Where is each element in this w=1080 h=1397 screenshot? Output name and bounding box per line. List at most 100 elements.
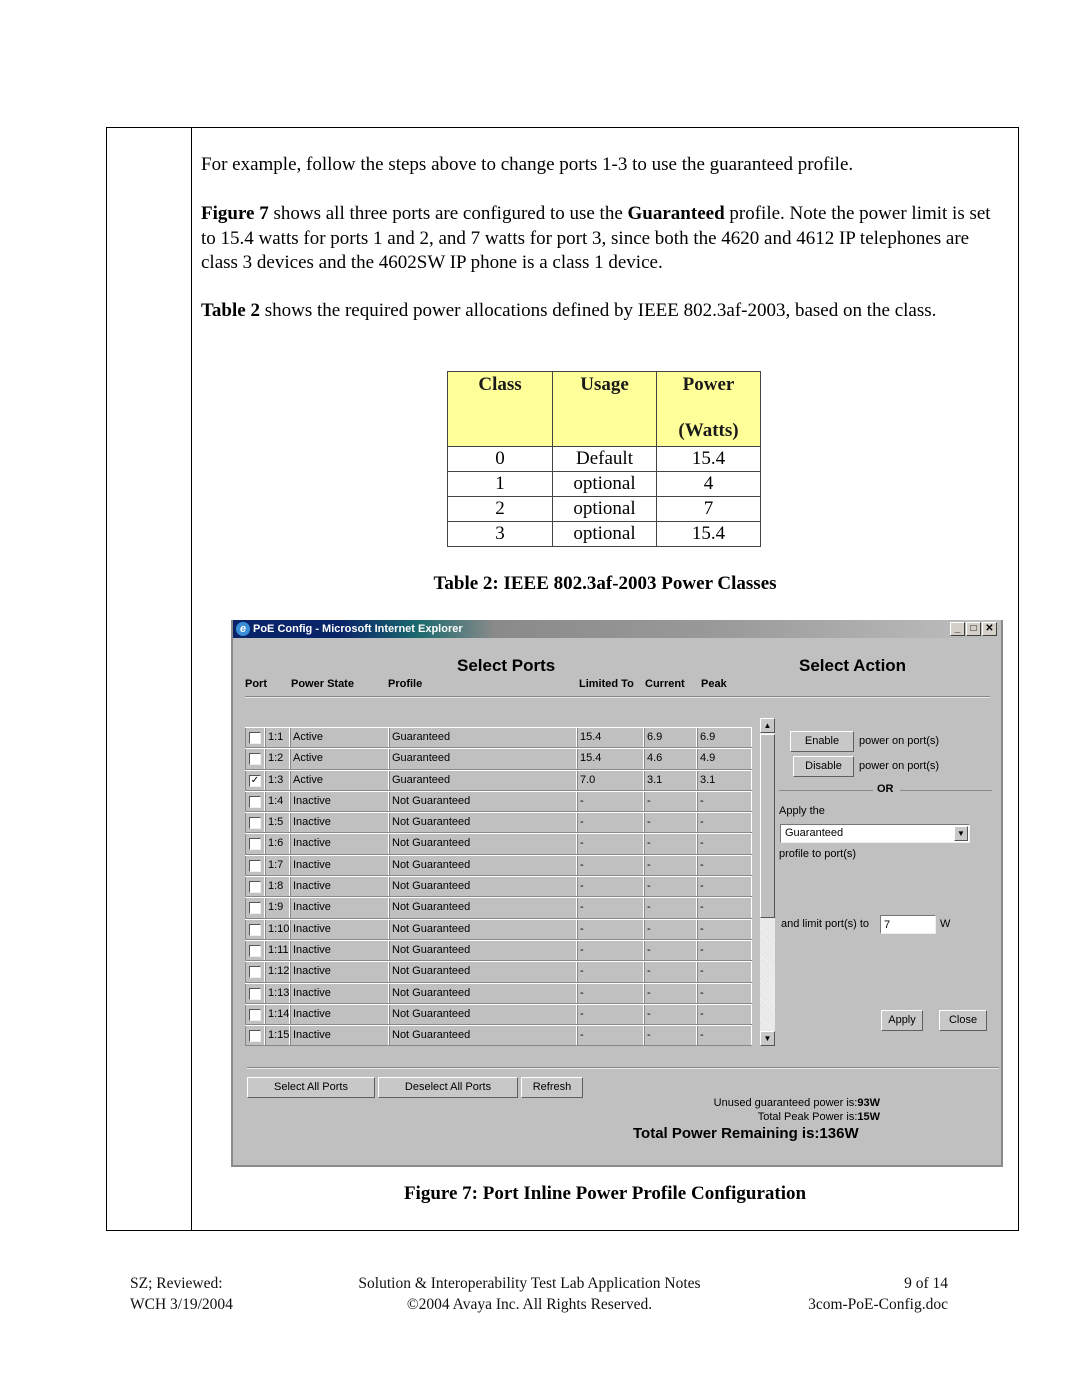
port-list-scrollbar[interactable]: ▲ ▼ (760, 718, 775, 1046)
port-row[interactable]: 1:9 Inactive Not Guaranteed - - - (245, 897, 752, 919)
header-power: Power (Watts) (656, 371, 761, 447)
port-checkbox-cell (245, 983, 265, 1003)
port-profile-cell: Not Guaranteed (389, 919, 577, 939)
port-port-cell: 1:5 (265, 813, 290, 833)
port-state-cell: Inactive (290, 813, 389, 833)
port-checkbox-cell (245, 791, 265, 812)
port-current-cell: - (644, 855, 697, 876)
power-class-table: Class Usage Power (Watts) 0 Default 15.4 1 op… (447, 371, 761, 547)
checkbox-icon[interactable] (249, 838, 261, 851)
checkbox-icon[interactable] (249, 732, 261, 744)
port-current-cell: 3.1 (644, 770, 697, 790)
minimize-button[interactable]: _ (950, 622, 965, 636)
port-limit-cell: - (577, 962, 644, 982)
checkbox-checked-icon[interactable]: ✓ (249, 774, 261, 787)
port-limit-cell: - (577, 898, 644, 918)
apply-the-label: Apply the (779, 805, 825, 817)
deselect-all-ports-button[interactable]: Deselect All Ports (378, 1077, 518, 1098)
port-row[interactable]: 1:12 Inactive Not Guaranteed - - - (245, 961, 752, 983)
port-state-cell: Active (290, 749, 389, 769)
port-state-cell: Active (290, 770, 389, 790)
port-state-cell: Active (290, 728, 389, 748)
port-limit-cell: - (577, 877, 644, 897)
checkbox-icon[interactable] (249, 795, 261, 808)
port-row[interactable]: 1:10 Inactive Not Guaranteed - - - (245, 918, 752, 940)
checkbox-icon[interactable] (249, 944, 261, 957)
port-row[interactable]: 1:4 Inactive Not Guaranteed - - - (245, 790, 752, 813)
window-titlebar[interactable]: e PoE Config - Microsoft Internet Explor… (233, 620, 1001, 638)
limit-label: and limit port(s) to (781, 918, 870, 930)
cell-power: 15.4 (656, 446, 761, 472)
port-peak-cell: - (697, 855, 752, 876)
port-row[interactable]: 1:1 Active Guaranteed 15.4 6.9 6.9 (245, 727, 752, 749)
apply-button[interactable]: Apply (881, 1010, 923, 1031)
port-row[interactable]: 1:11 Inactive Not Guaranteed - - - (245, 939, 752, 962)
port-row[interactable]: 1:6 Inactive Not Guaranteed - - - (245, 833, 752, 855)
header-power-unit: (Watts) (678, 420, 739, 441)
port-checkbox-cell (245, 834, 265, 854)
select-all-ports-button[interactable]: Select All Ports (247, 1077, 375, 1098)
close-window-button[interactable]: ✕ (982, 622, 997, 636)
port-checkbox-cell (245, 919, 265, 939)
port-checkbox-cell (245, 877, 265, 897)
poe-config-window: e PoE Config - Microsoft Internet Explor… (231, 620, 1003, 1167)
checkbox-icon[interactable] (249, 923, 261, 936)
checkbox-icon[interactable] (249, 902, 261, 915)
port-limit-cell: 15.4 (577, 749, 644, 769)
port-current-cell: - (644, 813, 697, 833)
port-row[interactable]: 1:2 Active Guaranteed 15.4 4.6 4.9 (245, 748, 752, 770)
header-divider (245, 696, 990, 698)
checkbox-icon[interactable] (249, 859, 261, 872)
port-row[interactable]: 1:15 Inactive Not Guaranteed - - - (245, 1025, 752, 1047)
profile-to-ports-label: profile to port(s) (779, 848, 857, 860)
power-class-row: 3 optional 15.4 (447, 521, 761, 547)
scroll-thumb[interactable] (760, 734, 775, 918)
checkbox-icon[interactable] (249, 753, 261, 766)
port-limit-cell: - (577, 940, 644, 961)
text: shows all three ports are configured to … (268, 203, 628, 224)
profile-select[interactable]: Guaranteed ▼ (780, 824, 970, 843)
disable-button[interactable]: Disable (793, 756, 854, 777)
checkbox-icon[interactable] (249, 1030, 261, 1043)
chevron-down-icon[interactable]: ▼ (954, 826, 968, 841)
port-profile-cell: Not Guaranteed (389, 877, 577, 897)
checkbox-icon[interactable] (249, 966, 261, 979)
port-peak-cell: - (697, 962, 752, 982)
scroll-up-arrow-icon[interactable]: ▲ (760, 718, 775, 733)
port-peak-cell: 6.9 (697, 728, 752, 748)
port-row[interactable]: ✓ 1:3 Active Guaranteed 7.0 3.1 3.1 (245, 769, 752, 791)
checkbox-icon[interactable] (249, 881, 261, 894)
port-row[interactable]: 1:7 Inactive Not Guaranteed - - - (245, 854, 752, 877)
cell-class: 0 (447, 446, 553, 472)
disable-power-label: power on port(s) (859, 760, 940, 772)
col-header-port: Port (245, 678, 267, 690)
port-profile-cell: Not Guaranteed (389, 834, 577, 854)
text: shows the required power allocations def… (259, 300, 937, 321)
port-row[interactable]: 1:8 Inactive Not Guaranteed - - - (245, 876, 752, 898)
port-row[interactable]: 1:14 Inactive Not Guaranteed - - - (245, 1003, 752, 1026)
col-header-current: Current (645, 678, 685, 690)
maximize-button[interactable]: □ (966, 622, 981, 636)
port-profile-cell: Not Guaranteed (389, 791, 577, 812)
checkbox-icon[interactable] (249, 987, 261, 1000)
checkbox-icon[interactable] (249, 1008, 261, 1021)
port-current-cell: - (644, 1026, 697, 1046)
port-row[interactable]: 1:13 Inactive Not Guaranteed - - - (245, 982, 752, 1004)
select-ports-heading: Select Ports (457, 656, 556, 675)
peak-power-label: Total Peak Power is: (757, 1111, 858, 1123)
port-limit-cell: - (577, 813, 644, 833)
col-header-profile: Profile (388, 678, 423, 690)
port-limit-cell: - (577, 834, 644, 854)
port-checkbox-cell (245, 940, 265, 961)
port-current-cell: 6.9 (644, 728, 697, 748)
scroll-down-arrow-icon[interactable]: ▼ (760, 1031, 775, 1046)
close-button[interactable]: Close (939, 1010, 987, 1031)
refresh-button[interactable]: Refresh (521, 1077, 583, 1098)
checkbox-icon[interactable] (249, 817, 261, 830)
port-row[interactable]: 1:5 Inactive Not Guaranteed - - - (245, 812, 752, 834)
peak-power-value: 15W (857, 1111, 880, 1123)
enable-button[interactable]: Enable (790, 731, 854, 752)
limit-watts-input[interactable] (880, 915, 936, 934)
port-state-cell: Inactive (290, 834, 389, 854)
col-header-limited-to: Limited To (579, 678, 634, 690)
